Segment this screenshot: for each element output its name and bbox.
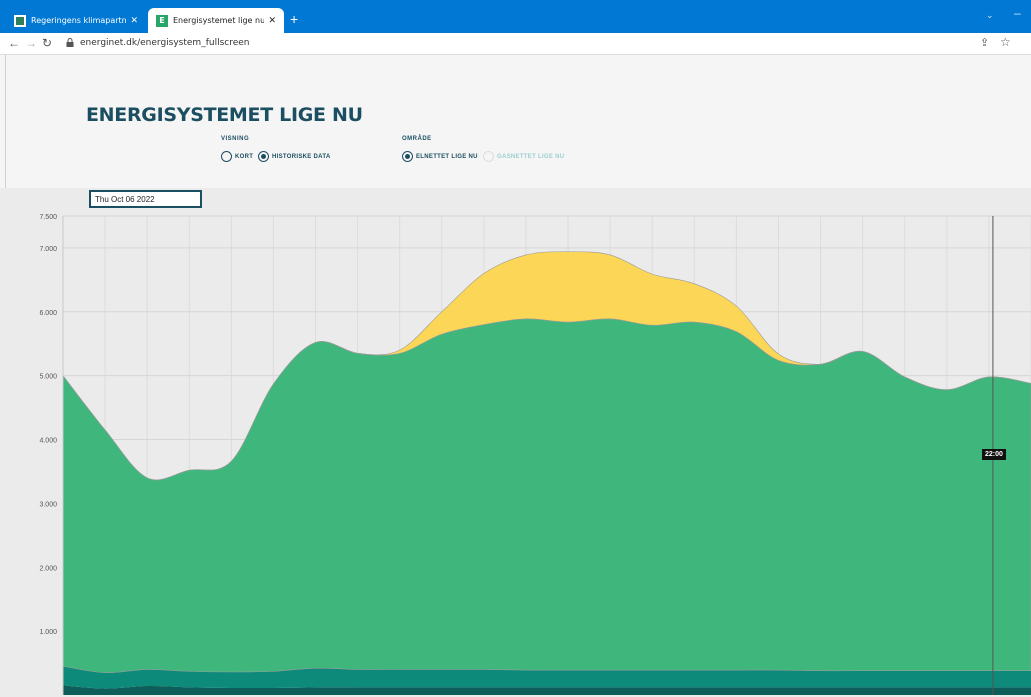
y-tick-label: 5.000 <box>39 374 57 381</box>
radio-kort[interactable]: KORT <box>221 151 253 162</box>
browser-tab-bar: Regeringens klimapartnerskaber ✕ E Energ… <box>0 0 1031 33</box>
chart-area: 1.000 2.000 3.000 4.000 5.000 6.000 7.000 7.500 <box>0 188 1031 697</box>
radio-circle-icon <box>221 151 232 162</box>
back-arrow-icon[interactable]: ← <box>8 36 20 50</box>
omraade-label: OMRÅDE <box>402 136 432 142</box>
forward-arrow-icon[interactable]: → <box>25 36 37 50</box>
area-series-2 <box>62 318 1031 673</box>
radio-gasnettet[interactable]: GASNETTET LIGE NU <box>483 151 564 162</box>
energy-area-chart[interactable]: 1.000 2.000 3.000 4.000 5.000 6.000 7.000 7.500 <box>0 188 1031 697</box>
time-tooltip: 22:00 <box>982 449 1006 460</box>
tab-title: Energisystemet lige nu | Energin <box>173 16 265 25</box>
y-tick-label: 7.500 <box>39 214 57 221</box>
browser-tab[interactable]: Regeringens klimapartnerskaber ✕ <box>6 8 146 33</box>
url-field[interactable]: energinet.dk/energisystem_fullscreen <box>80 38 249 48</box>
radio-elnettet[interactable]: ELNETTET LIGE NU <box>402 151 478 162</box>
radio-circle-icon <box>483 151 494 162</box>
page-title: ENERGISYSTEMET LIGE NU <box>86 104 363 126</box>
radio-label: KORT <box>235 153 254 160</box>
y-tick-label: 1.000 <box>39 629 57 636</box>
radio-historiske-data[interactable]: HISTORISKE DATA <box>258 151 331 162</box>
site-favicon-icon <box>14 14 26 27</box>
y-tick-label: 3.000 <box>39 501 57 508</box>
visning-label: VISNING <box>221 136 250 142</box>
y-tick-label: 6.000 <box>39 310 57 317</box>
radio-label: HISTORISKE DATA <box>272 153 331 160</box>
close-tab-icon[interactable]: ✕ <box>268 16 276 26</box>
close-tab-icon[interactable]: ✕ <box>130 16 138 26</box>
reload-icon[interactable]: ↻ <box>42 36 52 50</box>
browser-tab-active[interactable]: E Energisystemet lige nu | Energin ✕ <box>148 8 284 33</box>
radio-selected-icon <box>402 151 413 162</box>
minimize-icon[interactable]: – <box>1014 6 1021 20</box>
tab-title: Regeringens klimapartnerskaber <box>31 16 127 25</box>
chevron-down-icon[interactable]: ⌄ <box>986 10 994 21</box>
lock-icon <box>66 38 74 47</box>
radio-label: GASNETTET LIGE NU <box>497 153 565 160</box>
address-bar: ← → ↻ energinet.dk/energisystem_fullscre… <box>0 33 1031 55</box>
date-input[interactable]: Thu Oct 06 2022 <box>89 190 202 208</box>
y-tick-label: 4.000 <box>39 438 57 445</box>
bookmark-star-icon[interactable]: ☆ <box>1000 35 1011 49</box>
new-tab-icon[interactable]: + <box>290 12 298 26</box>
radio-label: ELNETTET LIGE NU <box>416 153 478 160</box>
y-tick-label: 7.000 <box>39 246 57 253</box>
energinet-favicon-icon: E <box>156 14 168 27</box>
radio-selected-icon <box>258 151 269 162</box>
y-tick-label: 2.000 <box>39 565 57 572</box>
share-icon[interactable]: ⇪ <box>980 36 989 49</box>
